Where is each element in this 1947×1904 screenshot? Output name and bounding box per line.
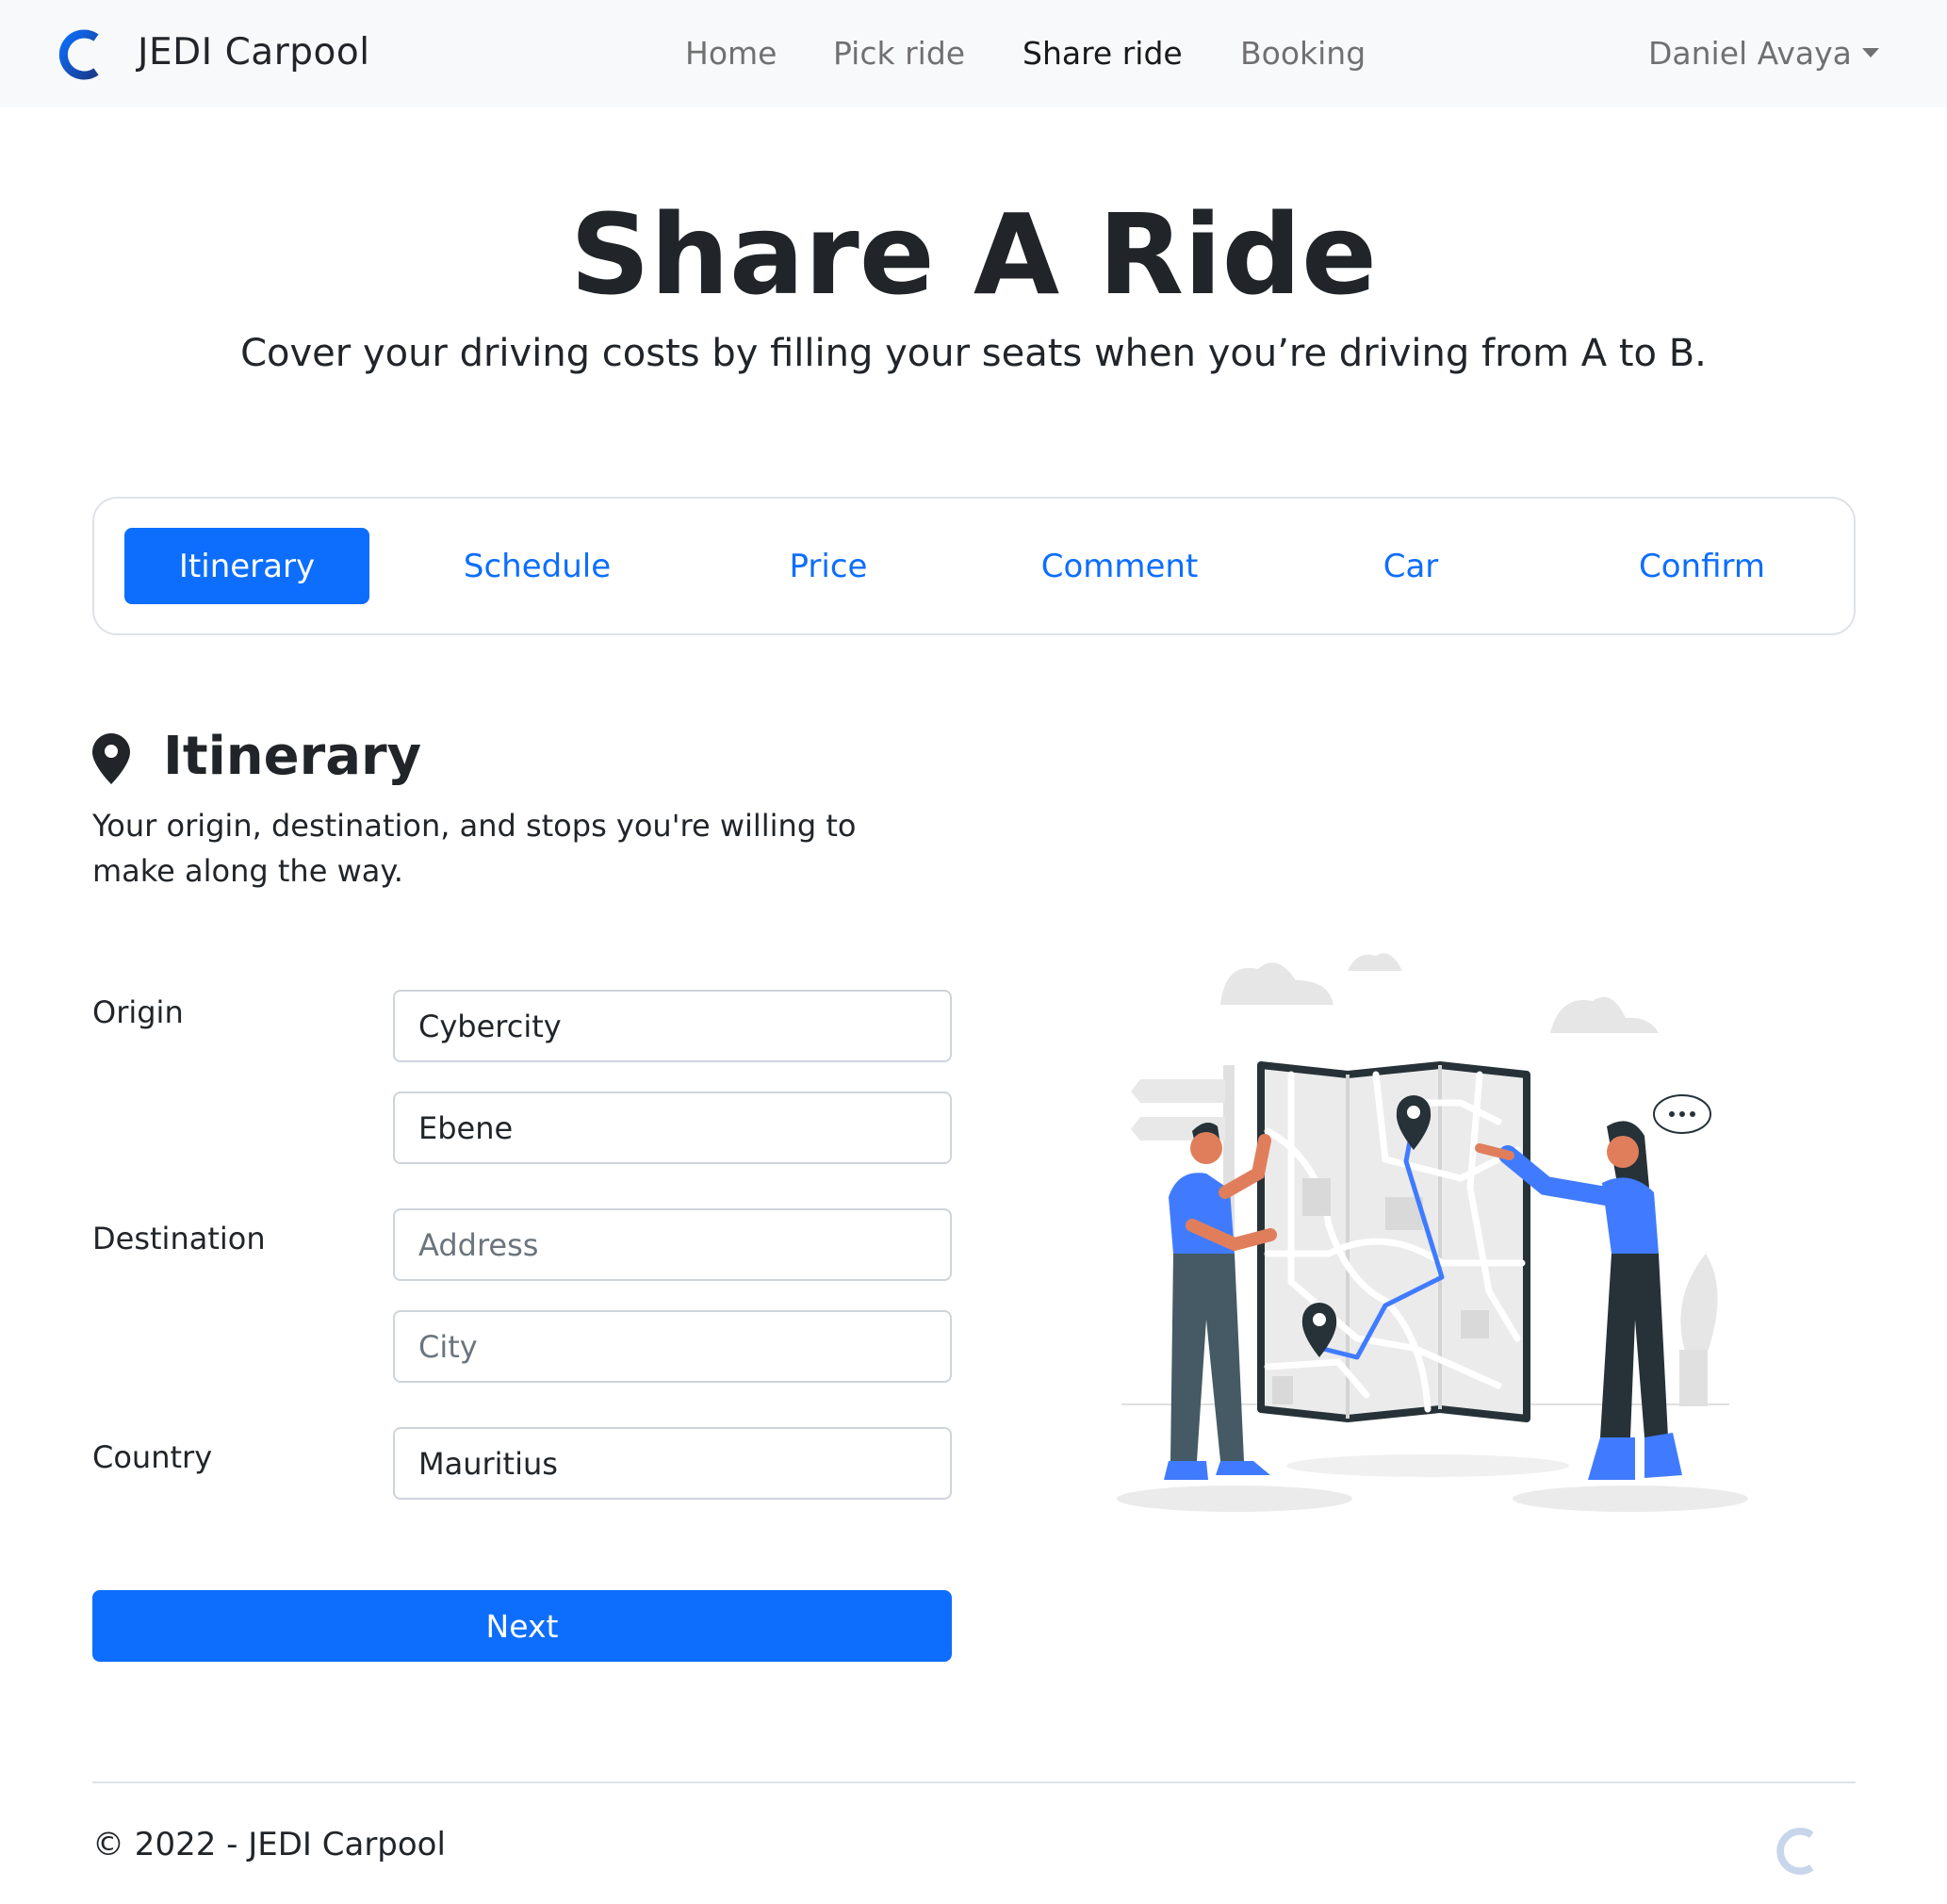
origin-label: Origin xyxy=(92,994,184,1030)
tab-car[interactable]: Car xyxy=(1288,528,1533,604)
nav-pick-ride[interactable]: Pick ride xyxy=(833,35,965,72)
origin-address-input[interactable] xyxy=(393,990,952,1062)
footer-divider xyxy=(92,1781,1856,1783)
origin-city-input[interactable] xyxy=(393,1092,952,1164)
map-pin-icon xyxy=(92,733,130,784)
tab-schedule[interactable]: Schedule xyxy=(415,528,660,604)
section-description: Your origin, destination, and stops you'… xyxy=(92,808,857,889)
tab-comment[interactable]: Comment xyxy=(997,528,1242,604)
tab-itinerary[interactable]: Itinerary xyxy=(124,528,369,604)
cloud-icon xyxy=(1220,953,1659,1033)
nav-home[interactable]: Home xyxy=(685,35,777,72)
nav-booking[interactable]: Booking xyxy=(1240,35,1366,72)
navbar: JEDI Carpool Home Pick ride Share ride B… xyxy=(0,0,1947,107)
map-icon xyxy=(1257,1061,1530,1422)
destination-label: Destination xyxy=(92,1221,266,1256)
tab-confirm[interactable]: Confirm xyxy=(1579,528,1824,604)
country-input[interactable] xyxy=(393,1427,952,1500)
page-subtitle: Cover your driving costs by filling your… xyxy=(240,332,1707,375)
tab-price[interactable]: Price xyxy=(706,528,951,604)
country-label: Country xyxy=(92,1439,213,1475)
nav-share-ride[interactable]: Share ride xyxy=(1023,35,1183,72)
destination-city-input[interactable] xyxy=(393,1310,952,1383)
destination-address-input[interactable] xyxy=(393,1208,952,1281)
caret-down-icon[interactable] xyxy=(1862,48,1879,57)
step-tabs: Itinerary Schedule Price Comment Car Con… xyxy=(92,497,1856,635)
next-button[interactable]: Next xyxy=(92,1590,952,1662)
footer-copyright: © 2022 - JEDI Carpool xyxy=(92,1826,446,1863)
map-illustration xyxy=(1117,953,1748,1512)
page-title: Share A Ride xyxy=(569,189,1378,320)
man-figure-icon xyxy=(1164,1123,1277,1480)
user-menu[interactable]: Daniel Avaya xyxy=(1648,35,1852,72)
c-logo-icon[interactable] xyxy=(57,28,104,81)
section-title: Itinerary xyxy=(163,726,422,787)
c-logo-icon xyxy=(1776,1828,1814,1875)
brand-name[interactable]: JEDI Carpool xyxy=(138,31,370,74)
